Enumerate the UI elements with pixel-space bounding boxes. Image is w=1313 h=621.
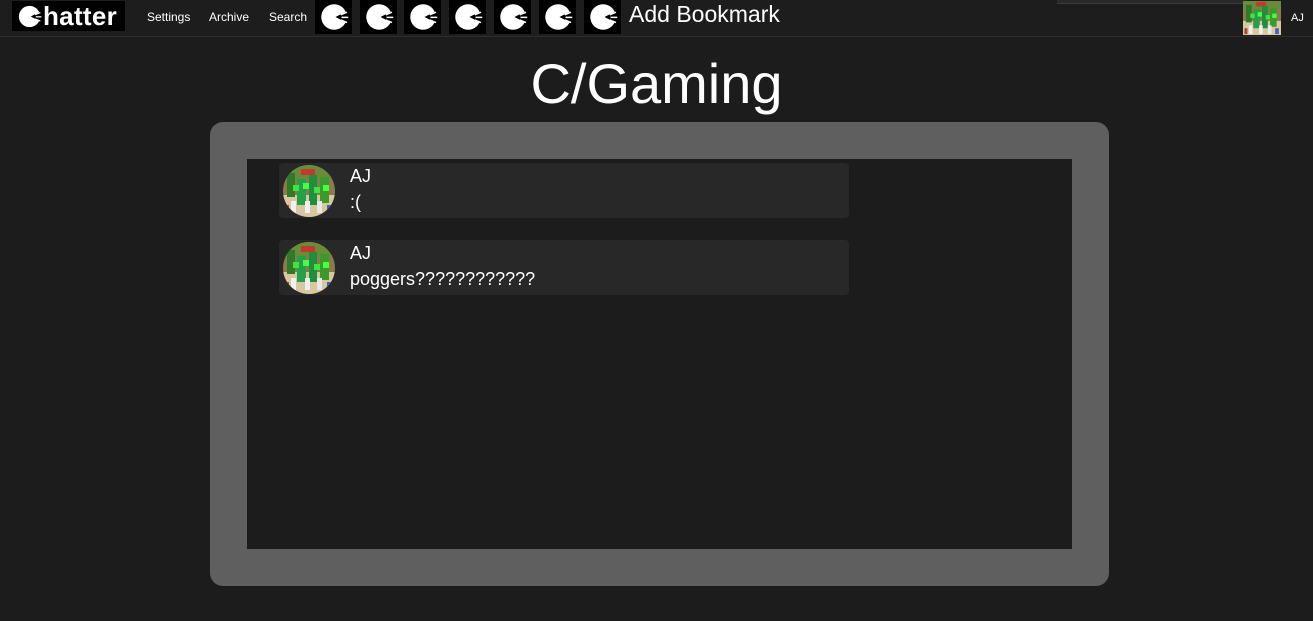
user-avatar-image — [1243, 1, 1281, 35]
user-name[interactable]: AJ — [1291, 12, 1304, 24]
nav-link-search[interactable]: Search — [269, 10, 307, 24]
chatter-icon — [588, 2, 618, 32]
chatter-icon — [364, 2, 394, 32]
logo-text: hatter — [43, 1, 118, 31]
chat-message: AJ :( — [279, 163, 849, 218]
page-title: C/Gaming — [530, 52, 783, 115]
nav-link-archive[interactable]: Archive — [209, 10, 249, 24]
bookmark-1[interactable] — [315, 0, 352, 34]
top-navbar: hatter Settings Archive Search Add Bookm… — [0, 0, 1313, 37]
message-text: :( — [350, 192, 361, 212]
message-text: poggers???????????? — [350, 269, 536, 289]
chatter-logo[interactable]: hatter — [12, 1, 125, 31]
chatter-icon — [498, 2, 528, 32]
message-avatar[interactable] — [283, 165, 335, 217]
chatter-icon — [408, 2, 438, 32]
chat-message: AJ poggers???????????? — [279, 240, 849, 295]
user-avatar-image — [283, 165, 335, 217]
chatter-logo-icon — [17, 4, 42, 29]
chatter-icon — [453, 2, 483, 32]
bookmark-4[interactable] — [449, 0, 486, 34]
user-avatar[interactable] — [1243, 1, 1281, 35]
message-author[interactable]: AJ — [350, 166, 371, 187]
add-bookmark-link[interactable]: Add Bookmark — [629, 1, 780, 28]
user-avatar-image — [283, 242, 335, 294]
bookmark-2[interactable] — [360, 0, 397, 34]
bookmark-5[interactable] — [494, 0, 531, 34]
message-avatar[interactable] — [283, 242, 335, 294]
bookmark-6[interactable] — [539, 0, 576, 34]
bookmark-7[interactable] — [584, 0, 621, 34]
chatter-icon — [543, 2, 573, 32]
chatter-icon — [319, 2, 349, 32]
bookmark-3[interactable] — [404, 0, 441, 34]
nav-link-settings[interactable]: Settings — [147, 10, 190, 24]
message-author[interactable]: AJ — [350, 243, 371, 264]
dropdown-edge — [1057, 0, 1247, 4]
